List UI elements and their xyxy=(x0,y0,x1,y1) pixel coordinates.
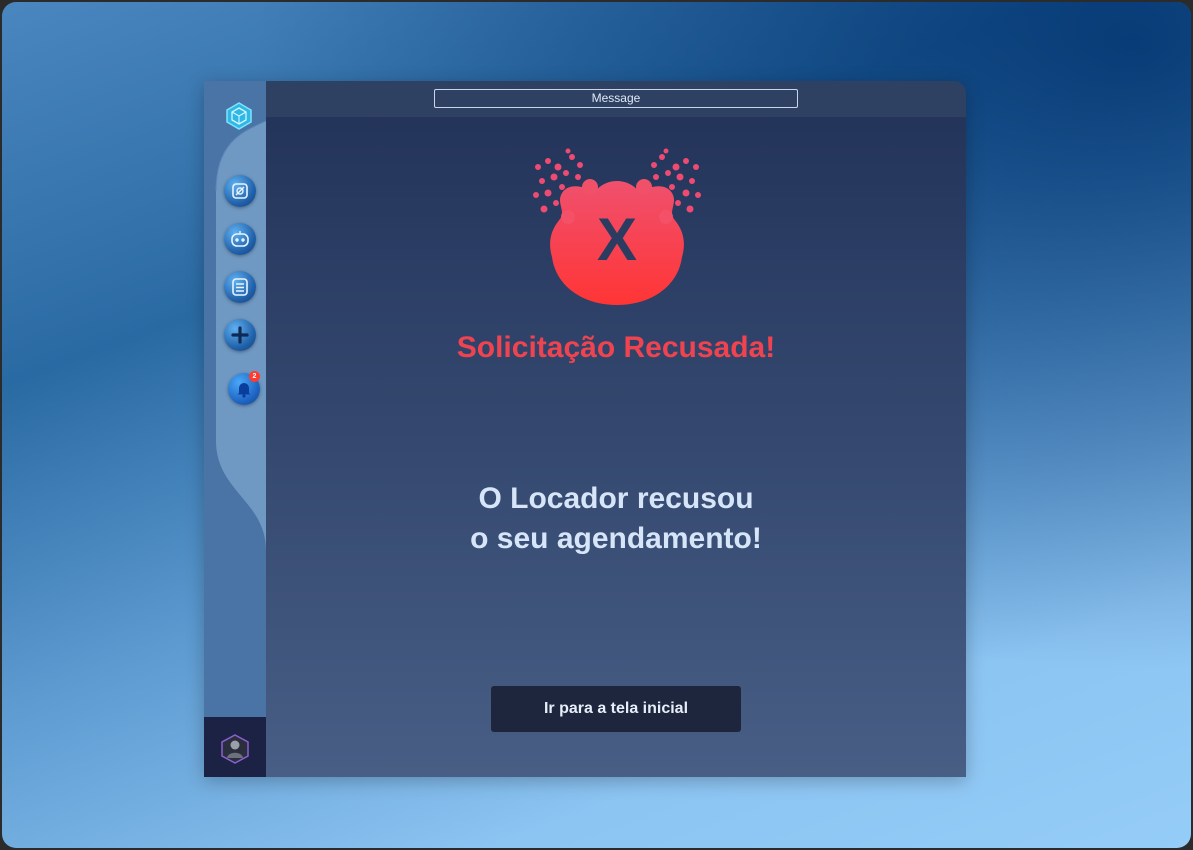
notification-count-badge: 2 xyxy=(249,371,260,382)
message-line-2: o seu agendamento! xyxy=(470,522,762,555)
robot-icon[interactable] xyxy=(224,223,256,255)
rejection-message: O Locador recusou o seu agendamento! xyxy=(266,479,966,559)
rejection-heading: Solicitação Recusada! xyxy=(456,331,776,364)
message-panel: Message X Solicitação Recusada! O Locado… xyxy=(266,81,966,777)
sidebar-footer xyxy=(204,717,266,777)
rejected-x-splash-icon: X xyxy=(528,147,706,311)
go-home-button[interactable]: Ir para a tela inicial xyxy=(491,686,741,732)
sidebar: 2 xyxy=(204,81,266,777)
notification-bell-icon[interactable]: 2 xyxy=(228,371,260,405)
dashboard-icon[interactable] xyxy=(224,175,256,207)
hero-letter: X xyxy=(596,206,638,273)
add-icon[interactable] xyxy=(224,319,256,351)
desktop-background: 2 Message X Solicitação Recusada! O Loca… xyxy=(2,2,1191,848)
user-avatar[interactable] xyxy=(220,734,250,764)
app-window: 2 Message X Solicitação Recusada! O Loca… xyxy=(204,81,966,777)
titlebar: Message xyxy=(266,81,966,117)
logo-icon[interactable] xyxy=(224,101,254,131)
checklist-icon[interactable] xyxy=(224,271,256,303)
message-line-1: O Locador recusou xyxy=(478,482,754,515)
window-title: Message xyxy=(434,89,798,108)
